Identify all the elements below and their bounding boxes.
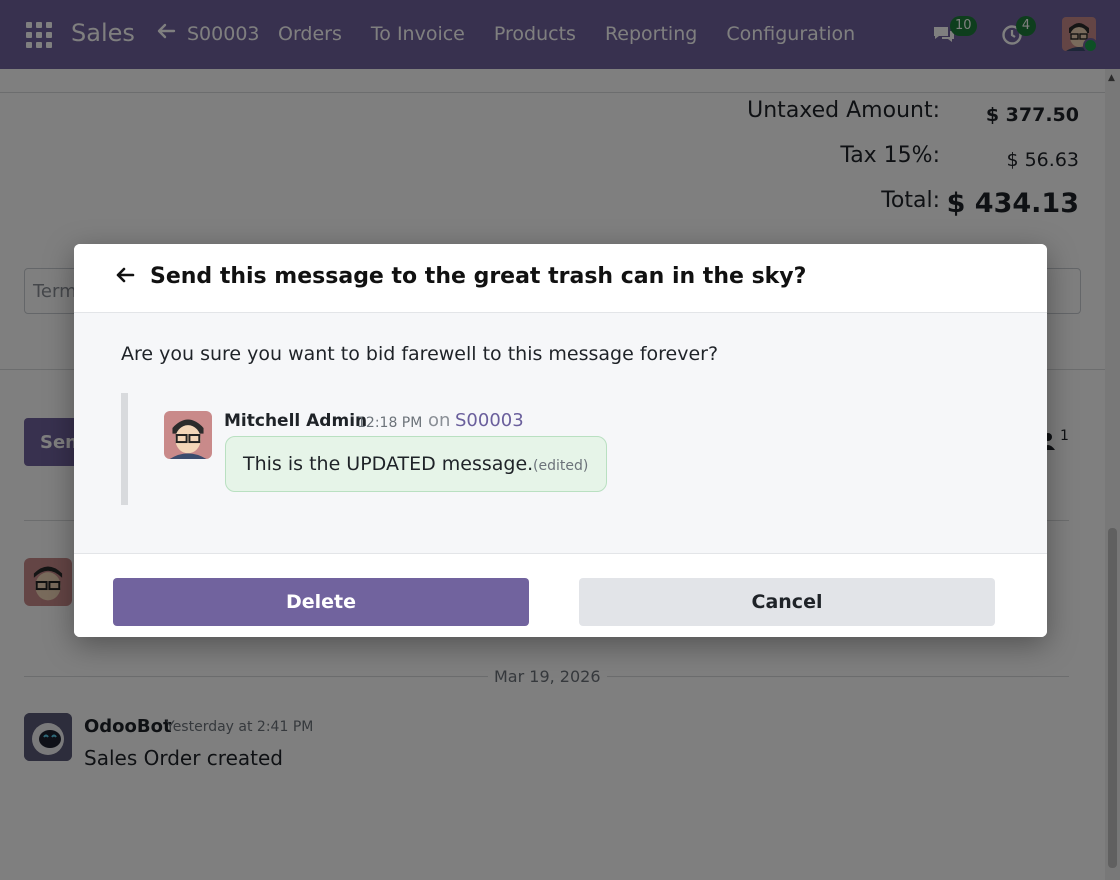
message-record-link[interactable]: S00003 (455, 410, 524, 431)
dialog-body: Are you sure you want to bid farewell to… (74, 313, 1047, 553)
dialog-header: Send this message to the great trash can… (74, 244, 1047, 313)
message-author-avatar (164, 411, 212, 459)
message-bubble: This is the UPDATED message. (edited) (225, 436, 607, 492)
message-timestamp: 12:18 PM (357, 415, 423, 431)
quote-bar (121, 393, 128, 505)
edited-tag: (edited) (533, 458, 589, 474)
message-on-label: on (428, 410, 451, 431)
dialog-question: Are you sure you want to bid farewell to… (121, 343, 719, 365)
message-author-name: Mitchell Admin (224, 411, 368, 431)
delete-message-dialog: Send this message to the great trash can… (74, 244, 1047, 637)
dialog-footer: Delete Cancel (74, 553, 1047, 637)
message-text: This is the UPDATED message. (243, 453, 534, 475)
back-arrow-icon[interactable] (114, 264, 136, 286)
delete-button[interactable]: Delete (113, 578, 529, 626)
dialog-title: Send this message to the great trash can… (150, 264, 807, 289)
page: Sales S00003 Orders To Invoice Products … (0, 0, 1120, 880)
cancel-button[interactable]: Cancel (579, 578, 995, 626)
